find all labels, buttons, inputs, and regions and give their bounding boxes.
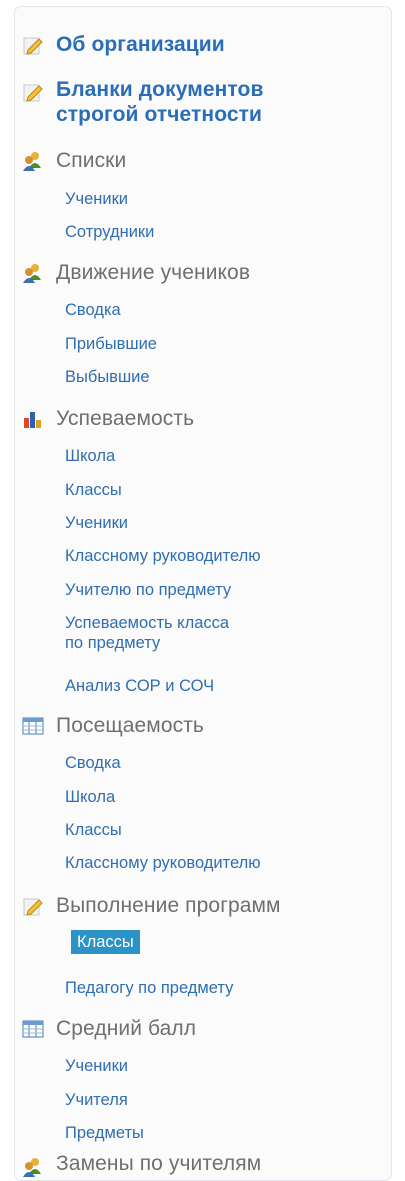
menu-performance-class-teacher[interactable]: Классному руководителю: [65, 546, 261, 566]
menu-lists-header: Списки: [56, 149, 127, 172]
menu-average-subjects[interactable]: Предметы: [65, 1123, 144, 1143]
menu-average-students[interactable]: Ученики: [65, 1056, 128, 1076]
menu-performance-school[interactable]: Школа: [65, 446, 115, 466]
menu-program-classes[interactable]: Классы: [71, 930, 140, 954]
menu-about-link[interactable]: Об организации: [56, 32, 225, 57]
menu-average-teachers[interactable]: Учителя: [65, 1090, 128, 1110]
edit-document-icon: [23, 898, 43, 916]
menu-blanks-line2: строгой отчетности: [56, 103, 263, 126]
users-icon: [23, 152, 41, 171]
menu-attendance-school[interactable]: Школа: [65, 787, 115, 807]
edit-document-icon: [23, 84, 43, 102]
menu-movement-left[interactable]: Выбывшие: [65, 367, 150, 387]
menu-blanks-line1: Бланки документов: [56, 78, 264, 101]
menu-attendance-class-teacher[interactable]: Классному руководителю: [65, 853, 261, 873]
menu-movement-header: Движение учеников: [56, 261, 251, 284]
menu-attendance-summary[interactable]: Сводка: [65, 753, 121, 773]
menu-average-header: Средний балл: [56, 1017, 197, 1040]
menu-movement-arrived[interactable]: Прибывшие: [65, 334, 157, 354]
menu-performance-header: Успеваемость: [56, 407, 195, 430]
bar-chart-icon: [24, 412, 41, 428]
menu-performance-class-subject[interactable]: Успеваемость класса по предмету: [65, 613, 229, 653]
menu-lists-staff[interactable]: Сотрудники: [65, 222, 154, 242]
menu-performance-sor-soch[interactable]: Анализ СОР и СОЧ: [65, 676, 214, 696]
menu-program-subject-teacher[interactable]: Педагогу по предмету: [65, 978, 233, 998]
menu-attendance-header: Посещаемость: [56, 714, 204, 737]
menu-performance-class-subject-line1: Успеваемость класса: [65, 614, 230, 632]
table-icon: [22, 717, 44, 735]
menu-lists-students[interactable]: Ученики: [65, 189, 128, 209]
menu-performance-subject-teacher[interactable]: Учителю по предмету: [65, 580, 231, 600]
menu-movement-summary[interactable]: Сводка: [65, 300, 121, 320]
table-icon: [22, 1020, 44, 1038]
users-icon: [23, 264, 41, 283]
users-icon: [23, 1158, 41, 1177]
menu-performance-classes[interactable]: Классы: [65, 480, 122, 500]
menu-replacements-header: Замены по учителям: [56, 1152, 262, 1175]
menu-blanks-link[interactable]: Бланки документов строгой отчетности: [56, 77, 263, 127]
edit-document-icon: [23, 37, 43, 55]
menu-program-header: Выполнение программ: [56, 894, 281, 917]
menu-performance-class-subject-line2: по предмету: [65, 634, 161, 652]
menu-performance-students[interactable]: Ученики: [65, 513, 128, 533]
menu-attendance-classes[interactable]: Классы: [65, 820, 122, 840]
